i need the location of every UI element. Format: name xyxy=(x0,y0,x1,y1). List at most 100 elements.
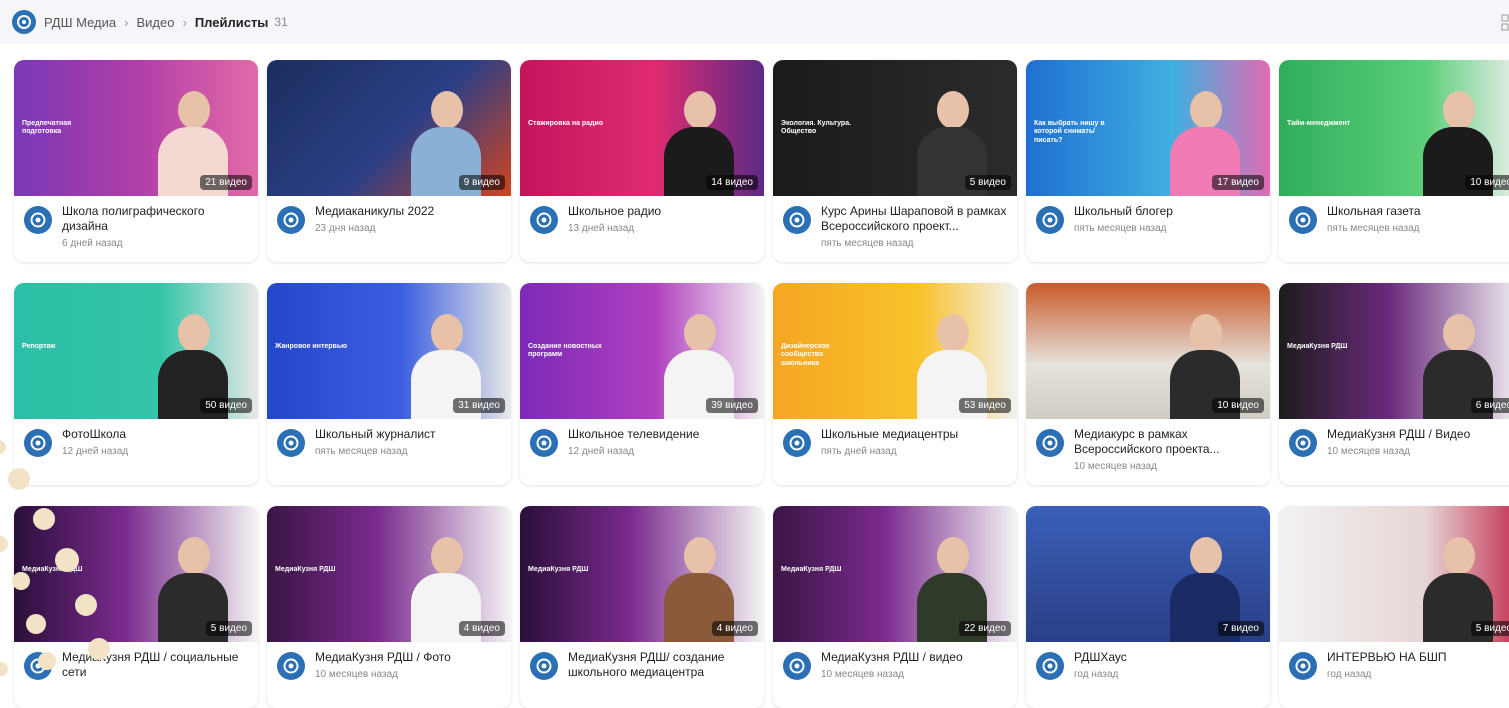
presenter-head xyxy=(1190,537,1222,575)
playlist-thumbnail[interactable]: 10 видео xyxy=(1026,283,1270,419)
playlist-thumbnail[interactable]: Жанровое интервью 31 видео xyxy=(267,283,511,419)
presenter-head xyxy=(178,537,210,575)
playlist-card[interactable]: МедиаКузня РДШ 22 видео МедиаКузня РДШ / в… xyxy=(773,506,1017,708)
playlist-card[interactable]: Как выбрать нишу в которой снимать/писат… xyxy=(1026,60,1270,262)
playlist-title[interactable]: МедиаКузня РДШ / Фото xyxy=(315,650,501,665)
thumbnail-caption: МедиаКузня РДШ xyxy=(528,566,589,573)
playlist-thumbnail[interactable]: Создание новостных программ 39 видео xyxy=(520,283,764,419)
playlist-card[interactable]: МедиаКузня РДШ 4 видео МедиаКузня РДШ / Фо… xyxy=(267,506,511,708)
decor-dot xyxy=(8,468,30,490)
playlist-thumbnail[interactable]: Стажировка на радио 14 видео xyxy=(520,60,764,196)
playlist-title[interactable]: ИНТЕРВЬЮ НА БШП xyxy=(1327,650,1509,665)
channel-avatar-icon[interactable] xyxy=(1036,652,1064,680)
channel-avatar-icon[interactable] xyxy=(277,429,305,457)
presenter-head xyxy=(684,537,716,575)
decor-dot xyxy=(88,638,110,660)
playlist-thumbnail[interactable]: МедиаКузня РДШ 4 видео xyxy=(520,506,764,642)
channel-avatar-icon[interactable] xyxy=(24,206,52,234)
playlist-thumbnail[interactable]: Экология. Культура. Общество 5 видео xyxy=(773,60,1017,196)
playlist-card[interactable]: Предпечатная подготовка 21 видео Школа пол… xyxy=(14,60,258,262)
channel-avatar-icon[interactable] xyxy=(1036,429,1064,457)
decor-dot xyxy=(33,508,55,530)
channel-avatar-icon[interactable] xyxy=(1289,206,1317,234)
channel-avatar-icon[interactable] xyxy=(24,429,52,457)
playlist-title[interactable]: Школьная газета xyxy=(1327,204,1509,219)
video-count-badge: 14 видео xyxy=(706,175,758,190)
channel-avatar-icon[interactable] xyxy=(277,206,305,234)
playlist-title[interactable]: Школьное телевидение xyxy=(568,427,754,442)
channel-avatar-icon[interactable] xyxy=(1289,652,1317,680)
presenter-head xyxy=(937,91,969,129)
thumbnail-caption: МедиаКузня РДШ xyxy=(275,566,336,573)
grid-icon[interactable] xyxy=(1501,14,1509,32)
playlist-card[interactable]: Дизайнерское сообщество школьника 53 виде… xyxy=(773,283,1017,485)
playlist-updated: 23 дня назад xyxy=(315,223,376,234)
playlist-updated: пять месяцев назад xyxy=(1327,223,1420,234)
thumbnail-caption: МедиаКузня РДШ xyxy=(781,566,842,573)
playlist-title[interactable]: МедиаКузня РДШ/ создание школьного медиа… xyxy=(568,650,754,680)
playlist-thumbnail[interactable]: МедиаКузня РДШ 22 видео xyxy=(773,506,1017,642)
thumbnail-caption: Дизайнерское сообщество школьника xyxy=(781,343,830,367)
channel-avatar-icon[interactable] xyxy=(530,206,558,234)
playlist-title[interactable]: Школьное радио xyxy=(568,204,754,219)
playlist-thumbnail[interactable]: МедиаКузня РДШ 4 видео xyxy=(267,506,511,642)
playlist-count: 31 xyxy=(274,15,288,29)
playlist-title[interactable]: Медиакурс в рамках Всероссийского проект… xyxy=(1074,427,1260,457)
playlist-card[interactable]: МедиаКузня РДШ 5 видео МедиаКузня РДШ / со… xyxy=(14,506,258,708)
presenter-head xyxy=(684,314,716,352)
rdsh-logo-icon[interactable] xyxy=(12,10,36,34)
playlist-thumbnail[interactable]: 7 видео xyxy=(1026,506,1270,642)
playlist-title[interactable]: Школьные медиацентры xyxy=(821,427,1007,442)
thumbnail-caption: Экология. Культура. Общество xyxy=(781,120,852,136)
playlist-thumbnail[interactable]: Предпечатная подготовка 21 видео xyxy=(14,60,258,196)
playlist-card[interactable]: 10 видео Медиакурс в рамках Всероссийског… xyxy=(1026,283,1270,485)
channel-avatar-icon[interactable] xyxy=(783,652,811,680)
playlist-title[interactable]: МедиаКузня РДШ / видео xyxy=(821,650,1007,665)
playlist-updated: 12 дней назад xyxy=(568,446,635,457)
playlist-updated: 13 дней назад xyxy=(568,223,635,234)
playlist-card[interactable]: Создание новостных программ 39 видео Школь… xyxy=(520,283,764,485)
playlist-title[interactable]: Медиаканикулы 2022 xyxy=(315,204,501,219)
playlist-thumbnail[interactable]: Тайм-менеджмент 10 видео xyxy=(1279,60,1509,196)
presenter-head xyxy=(1190,314,1222,352)
presenter-head xyxy=(937,537,969,575)
playlist-title[interactable]: Школьный журналист xyxy=(315,427,501,442)
playlist-card[interactable]: МедиаКузня РДШ 4 видео МедиаКузня РДШ/ соз… xyxy=(520,506,764,708)
video-count-badge: 22 видео xyxy=(959,621,1011,636)
presenter-head xyxy=(178,91,210,129)
playlist-updated: пять дней назад xyxy=(821,446,897,457)
playlist-title[interactable]: Школа полиграфического дизайна xyxy=(62,204,248,234)
playlist-card[interactable]: Экология. Культура. Общество 5 видео Курс … xyxy=(773,60,1017,262)
video-count-badge: 50 видео xyxy=(200,398,252,413)
playlist-card[interactable]: Репортаж 50 видео ФотоШкола 12 дней назад xyxy=(14,283,258,485)
playlist-thumbnail[interactable]: Дизайнерское сообщество школьника 53 виде… xyxy=(773,283,1017,419)
playlist-card[interactable]: МедиаКузня РДШ 6 видео МедиаКузня РДШ / Ви… xyxy=(1279,283,1509,485)
channel-avatar-icon[interactable] xyxy=(783,429,811,457)
playlist-title[interactable]: МедиаКузня РДШ / Видео xyxy=(1327,427,1509,442)
channel-avatar-icon[interactable] xyxy=(530,429,558,457)
breadcrumb-video-link[interactable]: Видео xyxy=(136,15,174,30)
playlist-card[interactable]: 7 видео РДШХаус год назад xyxy=(1026,506,1270,708)
playlist-thumbnail[interactable]: 9 видео xyxy=(267,60,511,196)
channel-avatar-icon[interactable] xyxy=(530,652,558,680)
channel-avatar-icon[interactable] xyxy=(1036,206,1064,234)
video-count-badge: 9 видео xyxy=(458,175,505,190)
playlist-card[interactable]: 5 видео ИНТЕРВЬЮ НА БШП год назад xyxy=(1279,506,1509,708)
playlist-card[interactable]: Стажировка на радио 14 видео Школьное ради… xyxy=(520,60,764,262)
playlist-thumbnail[interactable]: Репортаж 50 видео xyxy=(14,283,258,419)
playlist-title[interactable]: РДШХаус xyxy=(1074,650,1260,665)
playlist-title[interactable]: Школьный блогер xyxy=(1074,204,1260,219)
playlist-title[interactable]: Курс Арины Шараповой в рамках Всероссийс… xyxy=(821,204,1007,234)
playlist-thumbnail[interactable]: Как выбрать нишу в которой снимать/писат… xyxy=(1026,60,1270,196)
playlist-updated: пять месяцев назад xyxy=(315,446,408,457)
channel-avatar-icon[interactable] xyxy=(783,206,811,234)
playlist-card[interactable]: Жанровое интервью 31 видео Школьный журнал… xyxy=(267,283,511,485)
playlist-thumbnail[interactable]: 5 видео xyxy=(1279,506,1509,642)
breadcrumb-root-link[interactable]: РДШ Медиа xyxy=(44,15,116,30)
channel-avatar-icon[interactable] xyxy=(277,652,305,680)
channel-avatar-icon[interactable] xyxy=(1289,429,1317,457)
playlist-card[interactable]: 9 видео Медиаканикулы 2022 23 дня назад xyxy=(267,60,511,262)
playlist-title[interactable]: ФотоШкола xyxy=(62,427,248,442)
playlist-card[interactable]: Тайм-менеджмент 10 видео Школьная газета пя… xyxy=(1279,60,1509,262)
playlist-thumbnail[interactable]: МедиаКузня РДШ 6 видео xyxy=(1279,283,1509,419)
